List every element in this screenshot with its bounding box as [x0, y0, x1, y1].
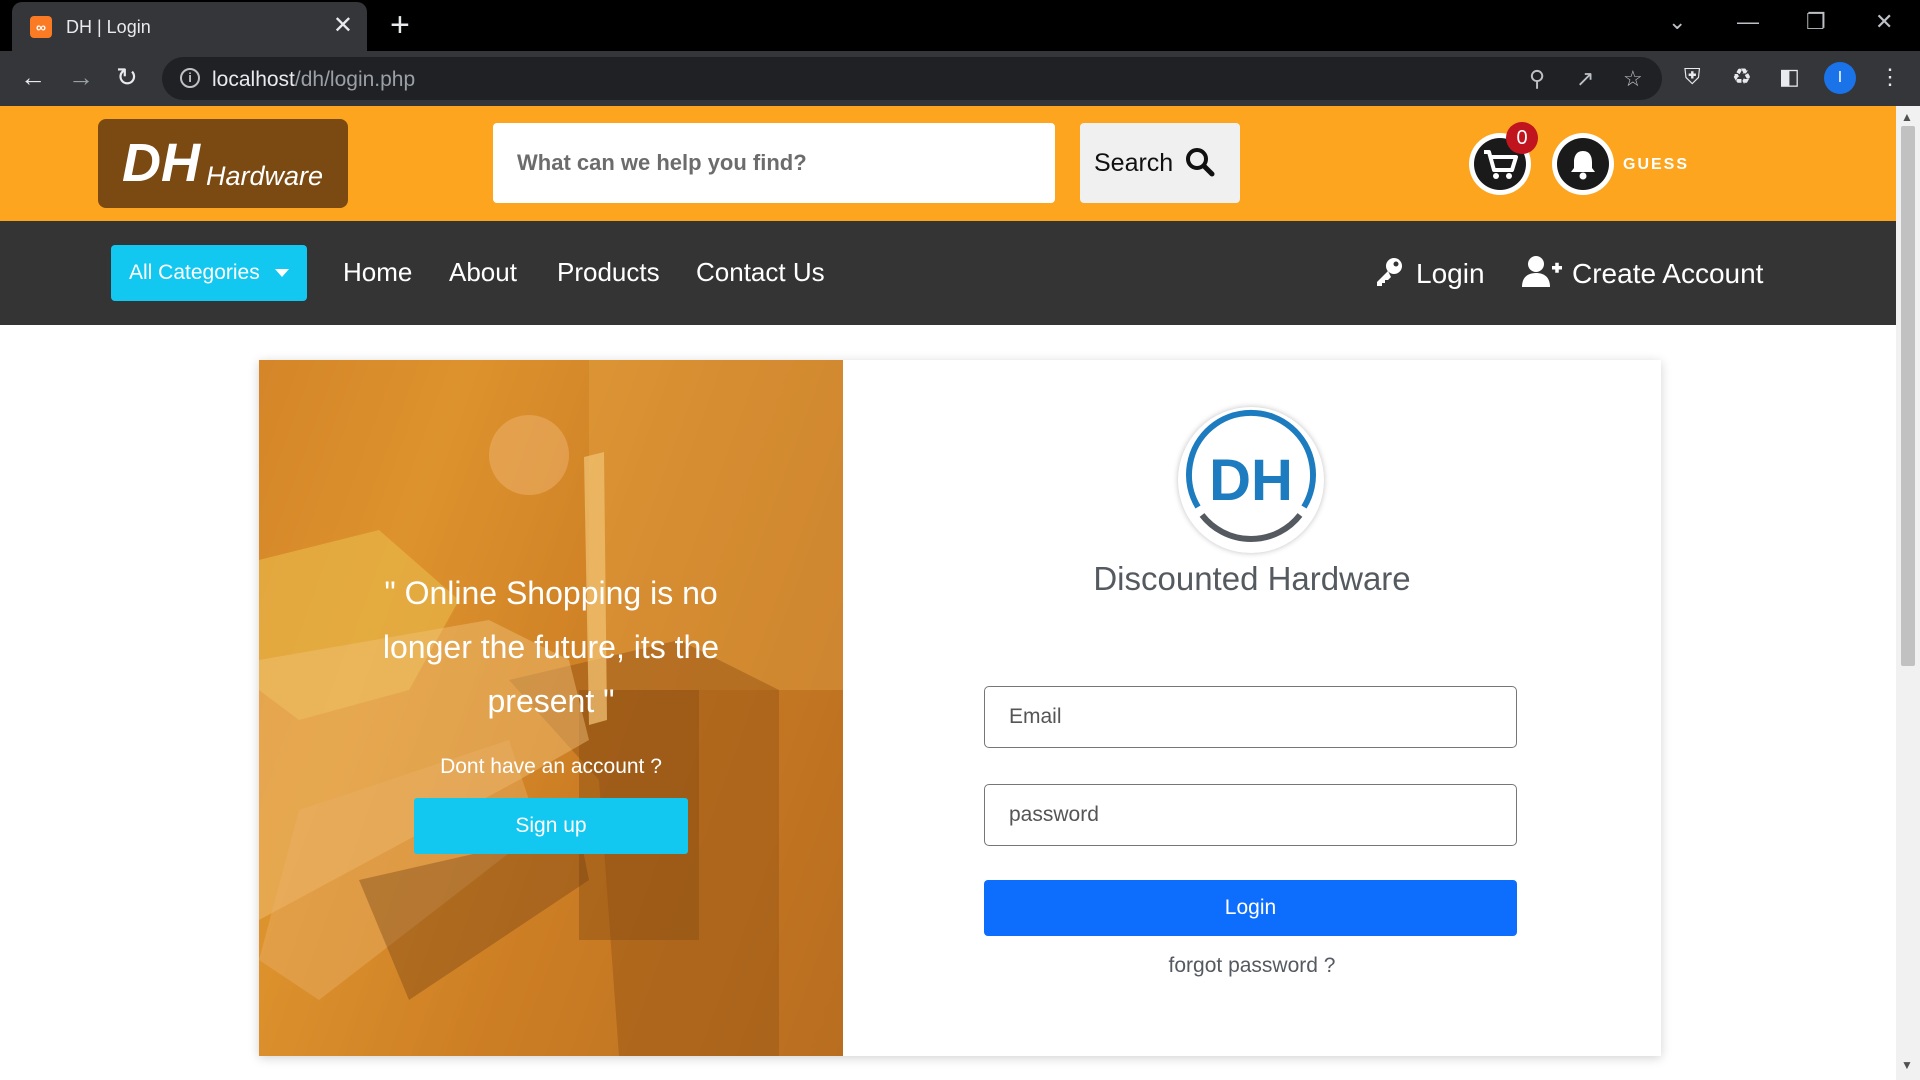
reload-icon[interactable]: ↻ [116, 62, 138, 92]
brand-main: DH [122, 133, 200, 193]
nav-create-account-link[interactable]: Create Account [1522, 255, 1764, 289]
search-button[interactable]: Search [1080, 123, 1240, 203]
nav-link-products[interactable]: Products [557, 257, 660, 287]
site-header: DH Hardware Search 0 [0, 106, 1896, 221]
hero-panel: " Online Shopping is no longer the futur… [259, 360, 843, 1056]
brand-sub: Hardware [206, 161, 324, 191]
scrollbar-thumb[interactable] [1901, 126, 1915, 666]
forward-icon[interactable]: → [68, 62, 94, 92]
notifications-button[interactable] [1552, 133, 1614, 195]
login-form: DH Discounted Hardware Login forgot pass… [843, 360, 1661, 1056]
bell-icon [1571, 151, 1595, 180]
caret-down-icon [275, 269, 289, 277]
shield-extension-icon[interactable]: ⛨ [1684, 63, 1701, 91]
nav-link-home[interactable]: Home [343, 257, 412, 287]
minimize-icon[interactable]: — [1737, 8, 1759, 36]
user-plus-icon [1522, 256, 1562, 287]
main-navbar: All Categories Home About Products Conta… [0, 221, 1896, 325]
search-button-label: Search [1094, 149, 1174, 177]
browser-tab[interactable]: ∞ DH | Login ✕ [12, 2, 367, 51]
nav-create-account-label: Create Account [1572, 258, 1764, 289]
password-field[interactable] [984, 784, 1517, 846]
new-tab-icon[interactable]: + [390, 7, 410, 43]
zoom-icon[interactable]: ⚲ [1529, 66, 1545, 92]
site-name: Discounted Hardware [1093, 560, 1411, 597]
site-info-icon[interactable]: i [180, 68, 200, 88]
nav-link-about[interactable]: About [449, 257, 517, 287]
search-icon [1186, 148, 1215, 177]
forgot-password-link[interactable]: forgot password ? [843, 954, 1661, 978]
notifications-button-inner [1557, 138, 1609, 190]
close-window-icon[interactable]: ✕ [1875, 8, 1893, 36]
side-panel-icon[interactable]: ◧ [1779, 63, 1800, 91]
tab-close-icon[interactable]: ✕ [333, 12, 353, 40]
extensions-puzzle-icon[interactable]: ♻ [1732, 63, 1752, 91]
login-button[interactable]: Login [984, 880, 1517, 936]
search-input[interactable] [493, 123, 1055, 203]
no-account-text: Dont have an account ? [440, 755, 662, 778]
nav-link-contact[interactable]: Contact Us [696, 257, 825, 287]
key-icon [1377, 258, 1402, 286]
scroll-up-icon[interactable]: ▲ [1901, 110, 1913, 124]
browser-toolbar: ← → ↻ i localhost/dh/login.php ⚲ ↗ ☆ ⛨ ♻… [0, 51, 1920, 106]
share-icon[interactable]: ↗ [1576, 66, 1594, 92]
dh-logo-text: DH [1209, 448, 1293, 513]
page-scrollbar[interactable]: ▲ ▼ [1896, 106, 1920, 1080]
brand-logo[interactable]: DH Hardware [98, 119, 348, 208]
hero-quote: " Online Shopping is no longer the futur… [382, 575, 720, 719]
scroll-down-icon[interactable]: ▼ [1901, 1058, 1913, 1072]
profile-avatar[interactable]: I [1824, 62, 1856, 94]
dh-logo: DH [1178, 407, 1324, 553]
email-field[interactable] [984, 686, 1517, 748]
url-text: localhost/dh/login.php [212, 68, 416, 91]
restore-icon[interactable]: ❐ [1806, 8, 1826, 36]
user-name-label[interactable]: GUESS [1623, 156, 1689, 174]
nav-login-label: Login [1416, 258, 1485, 289]
browser-menu-icon[interactable]: ⋮ [1879, 63, 1901, 91]
page-viewport: DH Hardware Search 0 [0, 106, 1920, 1080]
login-card: " Online Shopping is no longer the futur… [259, 360, 1661, 1056]
dh-logo-graphic: DH [1186, 409, 1316, 543]
tab-title: DH | Login [66, 17, 151, 37]
signup-button[interactable]: Sign up [414, 798, 688, 854]
address-bar[interactable]: i localhost/dh/login.php ⚲ ↗ ☆ [162, 57, 1662, 100]
nav-login-link[interactable]: Login [1372, 255, 1485, 289]
all-categories-label: All Categories [129, 261, 260, 284]
xampp-icon: ∞ [30, 16, 52, 38]
browser-tabstrip: ∞ DH | Login ✕ + ⌄ — ❐ ✕ [0, 0, 1920, 51]
all-categories-dropdown[interactable]: All Categories [111, 245, 307, 301]
tab-search-icon[interactable]: ⌄ [1668, 8, 1686, 36]
cart-count-badge: 0 [1506, 122, 1538, 154]
bookmark-star-icon[interactable]: ☆ [1623, 66, 1643, 92]
back-icon[interactable]: ← [20, 62, 46, 92]
